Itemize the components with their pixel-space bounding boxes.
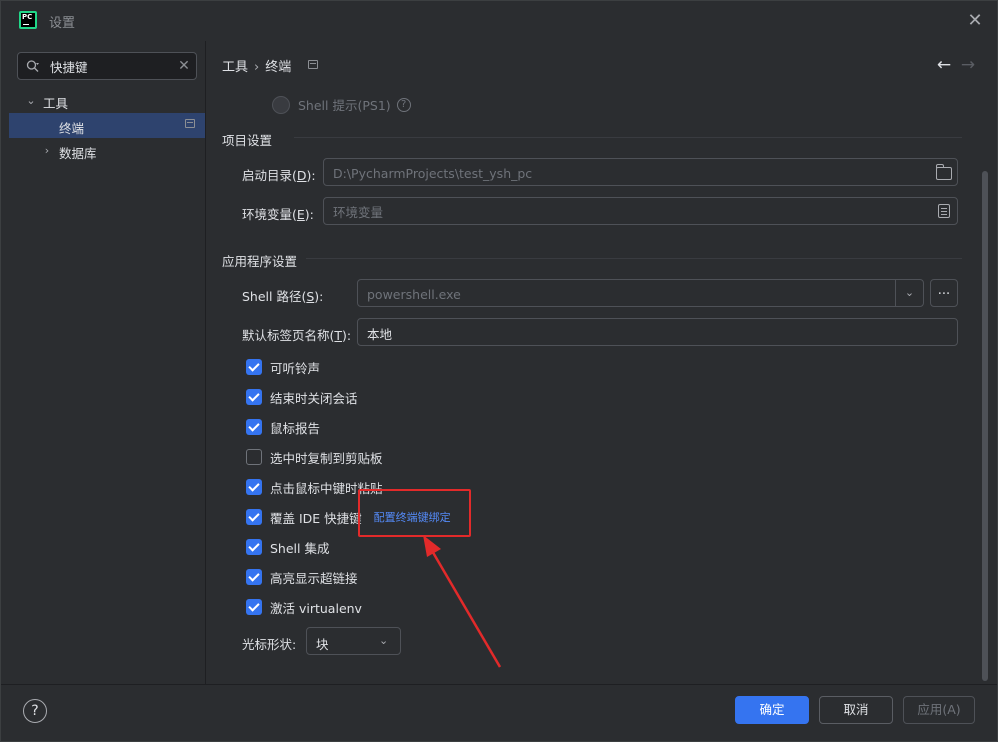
tree-item-terminal[interactable]: 终端 [9, 113, 205, 138]
settings-search-box[interactable]: ✕ [17, 52, 197, 80]
vertical-scrollbar[interactable] [982, 171, 988, 681]
settings-dialog: PC 设置 ✕ ✕ ⌄ 工具 终端 › 数据库 工具 [0, 0, 998, 742]
search-icon [26, 60, 39, 72]
back-arrow-icon[interactable]: ← [934, 55, 954, 75]
folder-icon[interactable] [936, 164, 952, 180]
settings-content: 工具 › 终端 ← → Shell 提示(PS1) ? 项目设置 启动目录(D): … [206, 41, 988, 684]
ok-button[interactable]: 确定 [735, 696, 809, 724]
section-divider [306, 258, 962, 259]
tab-name-field[interactable] [357, 318, 958, 346]
forward-arrow-icon[interactable]: → [958, 55, 978, 75]
annotation-highlight-box [358, 489, 471, 537]
checkbox-row[interactable]: 可听铃声 [246, 357, 320, 377]
env-vars-field[interactable] [323, 197, 958, 225]
cursor-shape-label: 光标形状: [242, 637, 297, 652]
annotation-arrow [423, 535, 502, 668]
start-dir-input[interactable] [333, 164, 913, 182]
checkbox[interactable] [246, 569, 262, 585]
shell-prompt-option[interactable]: Shell 提示(PS1) ? [272, 95, 411, 114]
settings-sidebar: ✕ ⌄ 工具 终端 › 数据库 [9, 41, 205, 684]
breadcrumb-parent[interactable]: 工具 [222, 60, 248, 75]
start-dir-field[interactable] [323, 158, 958, 186]
start-dir-label: 启动目录(D): [242, 168, 316, 183]
checkbox-label: 可听铃声 [270, 360, 321, 376]
checkbox[interactable] [246, 389, 262, 405]
title-bar: PC 设置 ✕ [1, 1, 997, 41]
checkbox[interactable] [246, 449, 262, 465]
checkbox-label: 选中时复制到剪贴板 [270, 450, 383, 466]
pycharm-app-icon: PC [19, 11, 37, 29]
checkbox[interactable] [246, 479, 262, 495]
checkbox-row[interactable]: 选中时复制到剪贴板 [246, 447, 383, 467]
checkbox[interactable] [246, 359, 262, 375]
window-title: 设置 [49, 16, 76, 31]
chevron-down-icon[interactable]: ⌄ [895, 280, 923, 306]
dialog-footer: ? 确定 取消 应用(A) [1, 684, 997, 741]
checkbox-row[interactable]: 高亮显示超链接 [246, 567, 358, 587]
apply-button[interactable]: 应用(A) [903, 696, 975, 724]
project-settings-title: 项目设置 [222, 133, 273, 148]
help-icon[interactable]: ? [396, 97, 411, 112]
tree-item-database[interactable]: › 数据库 [9, 139, 205, 164]
app-settings-title: 应用程序设置 [222, 254, 298, 269]
checkbox[interactable] [246, 419, 262, 435]
breadcrumb-current: 终端 [265, 60, 292, 75]
project-page-icon [185, 119, 195, 128]
cancel-button[interactable]: 取消 [819, 696, 893, 724]
shell-path-label: Shell 路径(S): [242, 289, 324, 304]
section-divider [294, 137, 962, 138]
project-page-icon [308, 60, 318, 69]
checkbox[interactable] [246, 539, 262, 555]
close-icon[interactable]: ✕ [965, 11, 985, 31]
shell-path-combo[interactable]: ⌄ [357, 279, 924, 307]
checkbox-label: Shell 集成 [270, 540, 330, 556]
tree-item-label: 工具 [43, 96, 69, 111]
env-vars-label: 环境变量(E): [242, 207, 314, 222]
checkbox-label: 覆盖 IDE 快捷键 [270, 510, 362, 526]
app-icon-text: PC [22, 13, 33, 21]
chevron-down-icon[interactable]: ⌄ [25, 95, 37, 107]
checkbox-row[interactable]: 激活 virtualenv [246, 597, 362, 617]
shell-prompt-label: Shell 提示(PS1) [298, 98, 391, 113]
checkbox-row[interactable]: 鼠标报告 [246, 417, 320, 437]
checkbox-label: 结束时关闭会话 [270, 390, 358, 406]
checkbox[interactable] [246, 599, 262, 615]
breadcrumb-separator: › [254, 60, 260, 75]
checkbox-label: 激活 virtualenv [270, 600, 362, 616]
help-button[interactable]: ? [23, 699, 47, 723]
shell-path-input[interactable] [367, 285, 887, 303]
chevron-right-icon[interactable]: › [41, 145, 53, 157]
checkbox-row[interactable]: 结束时关闭会话 [246, 387, 358, 407]
search-input[interactable] [50, 57, 170, 75]
breadcrumb: 工具 › 终端 [222, 56, 291, 75]
browse-button[interactable]: ... [930, 279, 958, 307]
checkbox-label: 高亮显示超链接 [270, 570, 358, 586]
checkbox[interactable] [246, 509, 262, 525]
tree-item-label: 数据库 [59, 146, 97, 161]
shell-prompt-radio[interactable] [272, 95, 290, 114]
list-icon[interactable] [938, 204, 950, 218]
tab-name-label: 默认标签页名称(T): [242, 328, 352, 343]
clear-search-icon[interactable]: ✕ [176, 58, 192, 74]
checkbox-label: 鼠标报告 [270, 420, 321, 436]
cursor-shape-combo[interactable]: 块 ⌄ [306, 627, 401, 655]
settings-scroll-area[interactable]: Shell 提示(PS1) ? 项目设置 启动目录(D): 环境变量(E): 应… [206, 85, 986, 684]
env-vars-input[interactable] [333, 203, 913, 221]
tab-name-input[interactable] [367, 324, 927, 342]
tree-item-tools[interactable]: ⌄ 工具 [9, 89, 205, 114]
cursor-shape-value: 块 [316, 637, 329, 652]
chevron-down-icon[interactable]: ⌄ [379, 634, 388, 647]
checkbox-row[interactable]: Shell 集成 [246, 537, 329, 557]
tree-item-label: 终端 [59, 121, 85, 136]
